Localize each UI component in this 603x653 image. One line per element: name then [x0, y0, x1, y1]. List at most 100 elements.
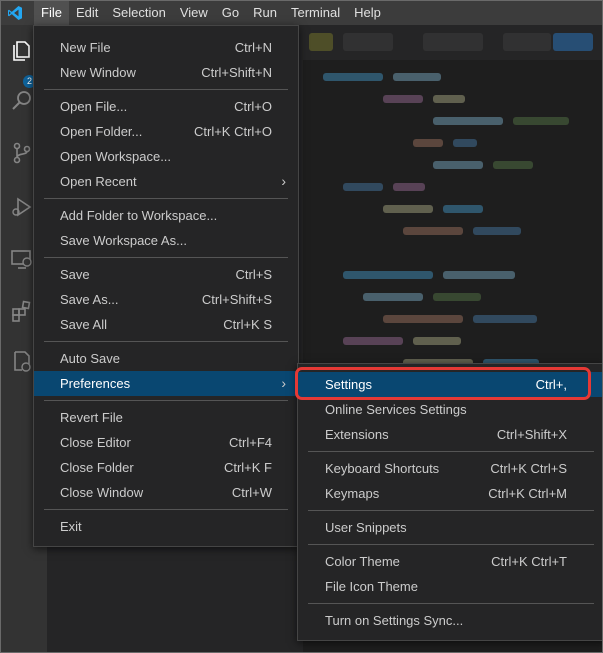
menu-item-label: Extensions — [325, 427, 389, 442]
title-bar: File Edit Selection View Go Run Terminal Help — [1, 1, 602, 25]
menu-item-keyboard-shortcuts[interactable]: Keyboard Shortcuts Ctrl+K Ctrl+S — [298, 456, 602, 481]
task-list-icon[interactable] — [10, 349, 34, 373]
menu-item-shortcut: Ctrl+S — [235, 267, 272, 282]
code-line — [323, 73, 383, 81]
menu-item-save[interactable]: Save Ctrl+S — [34, 262, 298, 287]
menu-item-exit[interactable]: Exit — [34, 514, 298, 539]
menu-item-auto-save[interactable]: Auto Save — [34, 346, 298, 371]
menu-item-label: Online Services Settings — [325, 402, 467, 417]
code-line — [443, 271, 515, 279]
menu-item-label: Add Folder to Workspace... — [60, 208, 218, 223]
menu-item-label: File Icon Theme — [325, 579, 418, 594]
code-line — [403, 227, 463, 235]
code-line — [473, 227, 521, 235]
menu-item-new-file[interactable]: New File Ctrl+N — [34, 35, 298, 60]
menu-item-shortcut: Ctrl+F4 — [229, 435, 272, 450]
chevron-right-icon: › — [281, 173, 286, 189]
menu-item-online-services-settings[interactable]: Online Services Settings — [298, 397, 602, 422]
vscode-window: File Edit Selection View Go Run Terminal Help 2 — [0, 0, 603, 653]
menu-item-shortcut: Ctrl+O — [234, 99, 272, 114]
menu-item-label: Open Recent — [60, 174, 137, 189]
menu-item-shortcut: Ctrl+K Ctrl+T — [491, 554, 567, 569]
code-line — [433, 293, 481, 301]
editor-tab[interactable] — [309, 33, 333, 51]
menu-item-label: Close Window — [60, 485, 144, 500]
editor-tab[interactable] — [503, 33, 551, 51]
chevron-right-icon: › — [281, 375, 286, 391]
editor-tab[interactable] — [343, 33, 393, 51]
menu-item-shortcut: Ctrl+N — [234, 40, 272, 55]
menu-separator — [44, 509, 288, 510]
run-debug-icon[interactable] — [10, 195, 34, 219]
menu-item-label: User Snippets — [325, 520, 407, 535]
menu-item-open-workspace[interactable]: Open Workspace... — [34, 144, 298, 169]
menu-selection[interactable]: Selection — [105, 1, 172, 25]
menu-item-save-all[interactable]: Save All Ctrl+K S — [34, 312, 298, 337]
code-line — [343, 183, 383, 191]
code-line — [343, 271, 433, 279]
search-icon[interactable] — [10, 89, 34, 113]
menu-item-new-window[interactable]: New Window Ctrl+Shift+N — [34, 60, 298, 85]
menu-item-shortcut: Ctrl+K F — [223, 460, 272, 475]
menu-item-revert-file[interactable]: Revert File — [34, 405, 298, 430]
menu-item-user-snippets[interactable]: User Snippets — [298, 515, 602, 540]
menu-separator — [308, 544, 594, 545]
menu-item-file-icon-theme[interactable]: File Icon Theme — [298, 574, 602, 599]
editor-tab[interactable] — [423, 33, 483, 51]
menu-item-shortcut: Ctrl+Shift+X — [496, 427, 567, 442]
menu-item-close-folder[interactable]: Close Folder Ctrl+K F — [34, 455, 298, 480]
menu-item-label: Open File... — [60, 99, 128, 114]
remote-explorer-icon[interactable] — [10, 247, 34, 271]
menu-item-shortcut: Ctrl+K S — [223, 317, 272, 332]
code-line — [343, 337, 403, 345]
menu-item-save-as[interactable]: Save As... Ctrl+Shift+S — [34, 287, 298, 312]
menu-item-close-window[interactable]: Close Window Ctrl+W — [34, 480, 298, 505]
menu-item-shortcut: Ctrl+W — [231, 485, 272, 500]
preferences-submenu: Settings Ctrl+, Online Services Settings Ex… — [297, 363, 602, 641]
menu-run[interactable]: Run — [246, 1, 284, 25]
menu-item-save-workspace-as[interactable]: Save Workspace As... — [34, 228, 298, 253]
menu-terminal[interactable]: Terminal — [284, 1, 347, 25]
menu-go[interactable]: Go — [215, 1, 246, 25]
editor-tab[interactable] — [553, 33, 593, 51]
menu-item-preferences[interactable]: Preferences › — [34, 371, 298, 396]
menu-file[interactable]: File — [34, 1, 69, 25]
code-line — [433, 117, 503, 125]
menu-separator — [44, 89, 288, 90]
menu-help[interactable]: Help — [347, 1, 388, 25]
menu-item-label: Preferences — [60, 376, 131, 391]
menu-separator — [44, 341, 288, 342]
code-line — [473, 315, 537, 323]
menu-item-label: Auto Save — [60, 351, 120, 366]
vscode-logo-icon — [8, 6, 22, 20]
code-line — [453, 139, 477, 147]
menu-edit[interactable]: Edit — [69, 1, 105, 25]
menu-separator — [44, 257, 288, 258]
menu-item-extensions[interactable]: Extensions Ctrl+Shift+X — [298, 422, 602, 447]
menu-item-label: Close Folder — [60, 460, 134, 475]
code-line — [383, 95, 423, 103]
extensions-icon[interactable] — [10, 299, 34, 323]
source-control-icon[interactable] — [10, 141, 34, 165]
menu-item-open-file[interactable]: Open File... Ctrl+O — [34, 94, 298, 119]
menu-item-label: Keyboard Shortcuts — [325, 461, 440, 476]
menu-item-add-folder-to-workspace[interactable]: Add Folder to Workspace... — [34, 203, 298, 228]
menu-item-shortcut: Ctrl+Shift+S — [201, 292, 272, 307]
menu-item-turn-on-settings-sync[interactable]: Turn on Settings Sync... — [298, 608, 602, 633]
file-menu: New File Ctrl+N New Window Ctrl+Shift+N Open… — [33, 25, 299, 547]
menu-separator — [308, 510, 594, 511]
menu-item-open-recent[interactable]: Open Recent › — [34, 169, 298, 194]
code-line — [443, 205, 483, 213]
menu-item-keymaps[interactable]: Keymaps Ctrl+K Ctrl+M — [298, 481, 602, 506]
menu-separator — [308, 451, 594, 452]
menu-item-shortcut: Ctrl+K Ctrl+M — [488, 486, 567, 501]
menu-item-color-theme[interactable]: Color Theme Ctrl+K Ctrl+T — [298, 549, 602, 574]
menu-separator — [44, 400, 288, 401]
menu-item-open-folder[interactable]: Open Folder... Ctrl+K Ctrl+O — [34, 119, 298, 144]
menu-item-label: Save — [60, 267, 90, 282]
menu-item-close-editor[interactable]: Close Editor Ctrl+F4 — [34, 430, 298, 455]
menu-item-label: Color Theme — [325, 554, 400, 569]
menu-view[interactable]: View — [173, 1, 215, 25]
menu-item-label: Exit — [60, 519, 82, 534]
explorer-icon[interactable] — [10, 39, 34, 63]
